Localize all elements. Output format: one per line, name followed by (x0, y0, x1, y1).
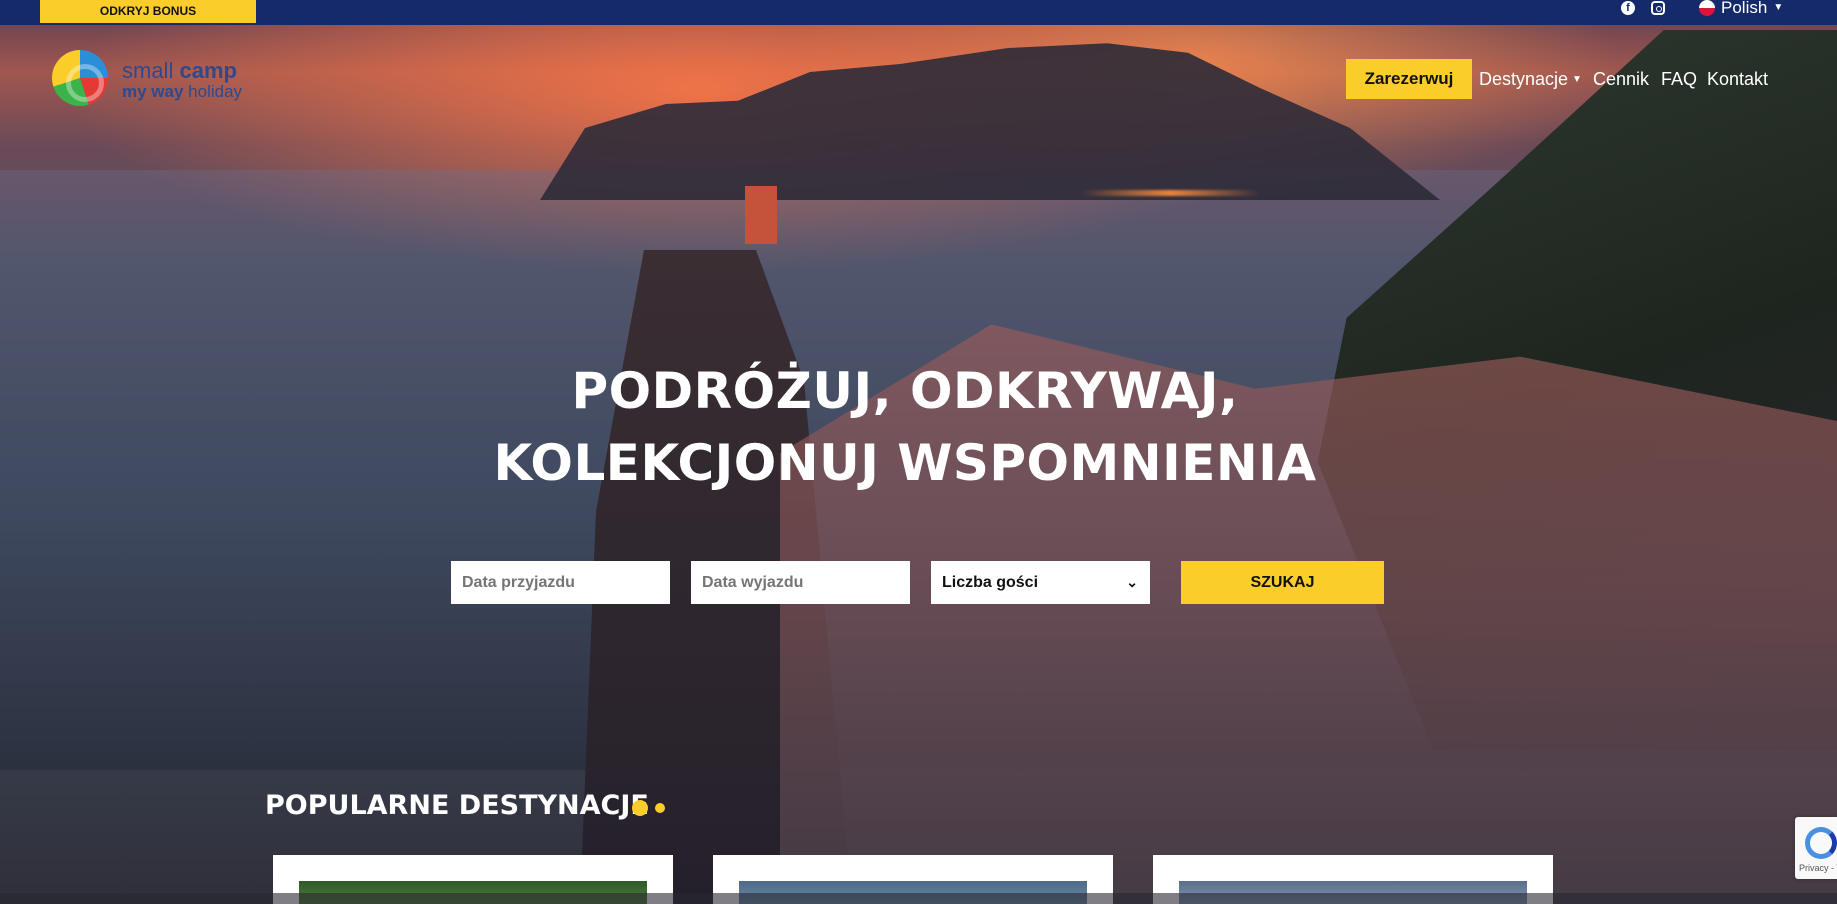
hero-town-lights (1080, 190, 1260, 196)
language-label: Polish (1721, 0, 1768, 17)
facebook-icon[interactable]: f (1621, 1, 1635, 15)
hero-mountain (540, 43, 1440, 200)
logo-word-camp: camp (179, 58, 237, 83)
departure-date-input[interactable] (691, 561, 910, 604)
headline-line2: KOLEKCJONUJ WSPOMNIENIA (493, 434, 1317, 492)
decor-dot-icon (632, 800, 648, 816)
poland-flag-icon (1699, 0, 1715, 16)
top-bar: ODKRYJ BONUS f Polish ▼ (0, 0, 1837, 25)
logo-word-small: small (122, 58, 174, 83)
recaptcha-icon (1805, 827, 1837, 859)
os-dock (0, 893, 1837, 904)
popular-destinations-title: POPULARNE DESTYNACJE (265, 790, 649, 821)
logo-line1: small camp (122, 58, 237, 84)
book-now-button[interactable]: Zarezerwuj (1346, 59, 1472, 99)
nav-contact[interactable]: Kontakt (1707, 59, 1768, 99)
recaptcha-privacy-link[interactable]: Privacy - T (1799, 863, 1837, 873)
headline-line1: PODRÓŻUJ, ODKRYWAJ, (571, 362, 1239, 420)
guests-select[interactable]: Liczba gości ⌄ (931, 561, 1150, 604)
nav-faq[interactable]: FAQ (1661, 59, 1697, 99)
nav-destinations-label: Destynacje (1479, 69, 1569, 89)
recaptcha-badge[interactable]: Privacy - T (1795, 817, 1837, 879)
hero-tower (745, 186, 777, 244)
discover-bonus-button[interactable]: ODKRYJ BONUS (40, 0, 256, 23)
language-selector[interactable]: Polish ▼ (1699, 0, 1783, 16)
search-button[interactable]: SZUKAJ (1181, 561, 1384, 604)
nav-pricing[interactable]: Cennik (1593, 59, 1649, 99)
arrival-date-input[interactable] (451, 561, 670, 604)
logo-line2: my way holiday (122, 82, 242, 102)
site-logo[interactable]: small camp my way holiday (50, 48, 260, 106)
logo-word-myway: my way (122, 82, 184, 101)
nav-destinations[interactable]: Destynacje ▼ (1479, 59, 1582, 99)
guests-select-value: Liczba gości (942, 574, 1039, 591)
instagram-icon[interactable] (1651, 1, 1665, 15)
caret-down-icon: ▼ (1572, 74, 1582, 86)
logo-word-holiday: holiday (188, 82, 243, 101)
chevron-down-icon: ⌄ (1126, 574, 1138, 590)
caret-down-icon: ▼ (1773, 2, 1784, 13)
decor-dot-icon (655, 803, 665, 813)
logo-mark-icon (52, 50, 108, 106)
hero-headline: PODRÓŻUJ, ODKRYWAJ, KOLEKCJONUJ WSPOMNIE… (400, 355, 1410, 499)
